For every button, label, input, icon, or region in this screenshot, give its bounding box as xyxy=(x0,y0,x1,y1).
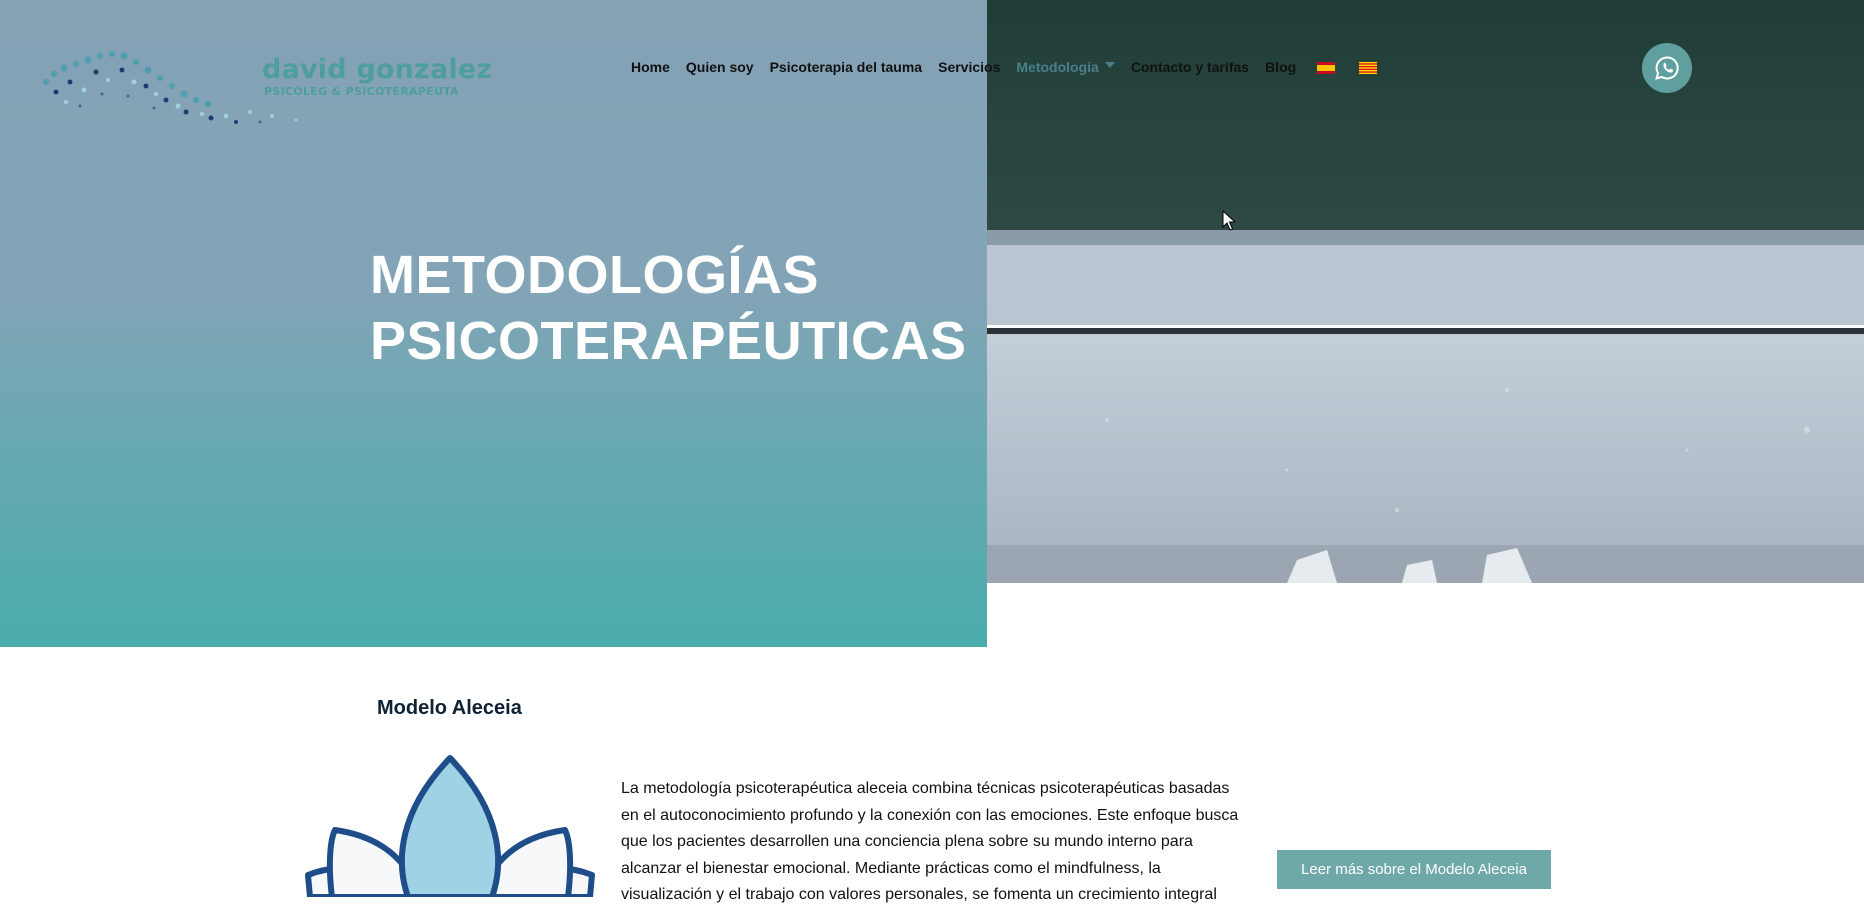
nav-item-home[interactable]: Home xyxy=(631,59,670,75)
nav-item-quien-soy[interactable]: Quien soy xyxy=(686,59,754,75)
nav-item-blog[interactable]: Blog xyxy=(1265,59,1296,75)
es-flag-icon[interactable] xyxy=(1317,62,1336,74)
section-description: La metodología psicoterapéutica aleceia … xyxy=(621,780,1239,903)
chevron-down-icon[interactable] xyxy=(1104,62,1115,68)
main-navigation: Home Quien soy Psicoterapia del tauma Se… xyxy=(631,59,1401,75)
hero-image xyxy=(987,0,1864,583)
nav-item-psicoterapia-del-trauma[interactable]: Psicoterapia del tauma xyxy=(770,59,923,75)
section-title: Modelo Aleceia xyxy=(377,697,522,719)
whatsapp-button[interactable] xyxy=(1642,43,1692,93)
hero-title-line-1: METODOLOGÍAS xyxy=(370,245,820,305)
nav-item-servicios[interactable]: Servicios xyxy=(938,59,1000,75)
lotus-icon xyxy=(305,755,595,897)
hero-title: METODOLOGÍAS PSICOTERAPÉUTICAS xyxy=(370,242,967,374)
read-more-aleceia-button[interactable]: Leer más sobre el Modelo Aleceia xyxy=(1277,850,1551,889)
hero-title-line-2: PSICOTERAPÉUTICAS xyxy=(370,311,967,371)
nav-item-contacto-y-tarifas[interactable]: Contacto y tarifas xyxy=(1131,59,1249,75)
logo-subtitle: PSICÒLEG & PSICOTERAPEUTA xyxy=(264,85,459,98)
cursor-icon xyxy=(1222,210,1236,231)
ca-flag-icon[interactable] xyxy=(1359,62,1378,74)
nav-item-metodologia[interactable]: Metodologia xyxy=(1016,59,1098,75)
logo-name: david gonzalez xyxy=(262,54,493,85)
whatsapp-icon xyxy=(1655,56,1679,80)
